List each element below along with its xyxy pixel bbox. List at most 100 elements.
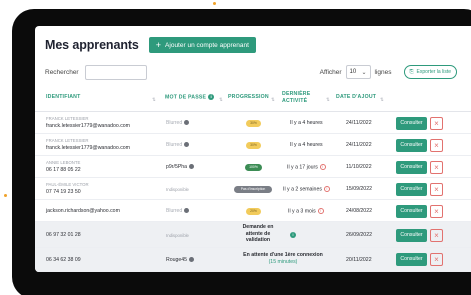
last-activity: Il y a 17 jours! <box>287 164 326 171</box>
learner-id: 07 74 19 23 50 <box>46 189 81 195</box>
close-icon: × <box>434 231 439 240</box>
progress-badge: 30% <box>246 120 261 127</box>
status-pending-validation: Demande en attente de validation <box>242 224 274 243</box>
last-activity: Il y a 2 semaines! <box>283 186 330 193</box>
eye-icon[interactable] <box>189 164 195 170</box>
delete-button[interactable]: × <box>430 205 443 218</box>
close-icon: × <box>434 185 439 194</box>
column-date[interactable]: DATE D'AJOUT <box>336 94 376 101</box>
page-size-select[interactable]: 10 ⌄ <box>345 65 371 79</box>
table-controls: Afficher 10 ⌄ lignes ⎘ Exporter la liste <box>320 65 457 79</box>
search-bar: Rechercher <box>45 65 147 80</box>
show-label: Afficher <box>319 68 342 76</box>
export-icon: ⎘ <box>409 69 414 75</box>
date-added: 15/09/2022 <box>346 186 372 192</box>
decorative-dot <box>213 2 216 5</box>
column-identifiant[interactable]: IDENTIFIANT <box>46 94 80 101</box>
sort-icon[interactable]: ⇅ <box>271 97 275 103</box>
learner-id: 06 34 62 38 09 <box>46 257 81 263</box>
table-row: FRANCK LETESSIER franck.letessier1779@wa… <box>35 134 471 156</box>
consult-button[interactable]: Consulter <box>396 117 427 130</box>
table-row: 06 97 32 01 28 Indisponible Demande en at… <box>35 222 471 248</box>
column-progression[interactable]: PROGRESSION <box>228 94 269 101</box>
progress-badge: 100% <box>245 164 262 171</box>
sort-icon[interactable]: ⇅ <box>380 97 384 103</box>
column-activity[interactable]: DERNIÈRE ACTIVITÉ <box>282 91 310 104</box>
table-row: FRANCK LETESSIER franck.letessier1779@wa… <box>35 112 471 134</box>
learner-name: PAUL-ÉMILE VICTOR <box>46 182 89 187</box>
progress-badge: 30% <box>246 142 261 149</box>
eye-icon[interactable] <box>189 257 195 263</box>
close-icon: × <box>434 163 439 172</box>
eye-icon[interactable] <box>184 208 190 214</box>
eye-icon[interactable] <box>184 120 190 126</box>
date-added: 24/11/2022 <box>346 120 372 126</box>
export-list-button[interactable]: ⎘ Exporter la liste <box>403 65 457 79</box>
close-icon: × <box>434 255 439 264</box>
page-size-value: 10 <box>349 69 357 75</box>
consult-button[interactable]: Consulter <box>396 205 427 218</box>
date-added: 11/10/2022 <box>346 164 372 170</box>
progress-badge: 20% <box>246 208 261 215</box>
chevron-down-icon: ⌄ <box>361 69 367 76</box>
search-input[interactable] <box>84 65 147 80</box>
info-icon[interactable]: i <box>290 232 296 238</box>
password-value: Blurred <box>166 120 190 127</box>
app-screen: Mes apprenants + Ajouter un compte appre… <box>35 26 471 272</box>
export-label: Exporter la liste <box>416 69 451 75</box>
learner-name: FRANCK LETESSIER <box>46 138 89 143</box>
table-row: ANNIE LEBONTE 06 17 88 05 22 p9r/5Pha 10… <box>35 156 471 178</box>
lines-label: lignes <box>374 68 392 76</box>
sort-icon[interactable]: ⇅ <box>152 97 156 103</box>
password-value: Indisponible <box>166 187 189 192</box>
consult-button[interactable]: Consulter <box>396 183 427 196</box>
date-added: 24/08/2022 <box>346 208 372 214</box>
learner-id: franck.letessier1779@wanadoo.com <box>46 145 130 151</box>
progress-badge: Pas d'inscription <box>234 186 272 193</box>
last-activity: Il y a 4 heures <box>290 142 323 148</box>
learner-id: 06 97 32 01 28 <box>46 232 81 238</box>
password-value: Blurred <box>166 208 190 215</box>
delete-button[interactable]: × <box>430 229 443 242</box>
close-icon: × <box>434 141 439 150</box>
learner-name: ANNIE LEBONTE <box>46 160 81 165</box>
learner-id: franck.letessier1779@wanadoo.com <box>46 123 130 129</box>
learner-id: jackson.richardson@yahoo.com <box>46 208 120 214</box>
delete-button[interactable]: × <box>430 117 443 130</box>
delete-button[interactable]: × <box>430 253 443 266</box>
close-icon: × <box>434 207 439 216</box>
search-label: Rechercher <box>45 69 79 76</box>
plus-icon: + <box>155 39 162 50</box>
last-activity: Il y a 4 heures <box>290 120 323 126</box>
warning-icon: ! <box>317 208 324 214</box>
page-title: Mes apprenants <box>45 38 139 52</box>
warning-icon: ! <box>319 164 326 170</box>
table-header: IDENTIFIANT ⇅ MOT DE PASSE i ⇅ PROGRESSIO… <box>35 88 471 112</box>
table-row: PAUL-ÉMILE VICTOR 07 74 19 23 50 Indispo… <box>35 178 471 200</box>
password-value: Blurred <box>166 142 190 149</box>
delete-button[interactable]: × <box>430 139 443 152</box>
date-added: 20/11/2022 <box>346 257 372 263</box>
learner-name: FRANCK LETESSIER <box>46 116 89 121</box>
consult-button[interactable]: Consulter <box>396 139 427 152</box>
password-value: p9r/5Pha <box>166 164 195 171</box>
sort-icon[interactable]: ⇅ <box>326 97 330 103</box>
table-row: jackson.richardson@yahoo.com Blurred 20%… <box>35 200 471 222</box>
last-activity: Il y a 3 mois! <box>288 208 324 215</box>
password-value: Indisponible <box>166 233 189 238</box>
consult-button[interactable]: Consulter <box>396 253 427 266</box>
info-icon[interactable]: i <box>208 94 215 100</box>
add-learner-label: Ajouter un compte apprenant <box>165 41 249 49</box>
add-learner-button[interactable]: + Ajouter un compte apprenant <box>148 37 256 53</box>
warning-icon: ! <box>323 186 330 192</box>
date-added: 24/11/2022 <box>346 142 372 148</box>
delete-button[interactable]: × <box>430 161 443 174</box>
consult-button[interactable]: Consulter <box>396 161 427 174</box>
decorative-dot <box>4 194 7 197</box>
consult-button[interactable]: Consulter <box>396 229 427 242</box>
sort-icon[interactable]: ⇅ <box>219 97 223 103</box>
column-password[interactable]: MOT DE PASSE i <box>165 94 215 101</box>
eye-icon[interactable] <box>184 142 190 148</box>
delete-button[interactable]: × <box>430 183 443 196</box>
close-icon: × <box>434 119 439 128</box>
